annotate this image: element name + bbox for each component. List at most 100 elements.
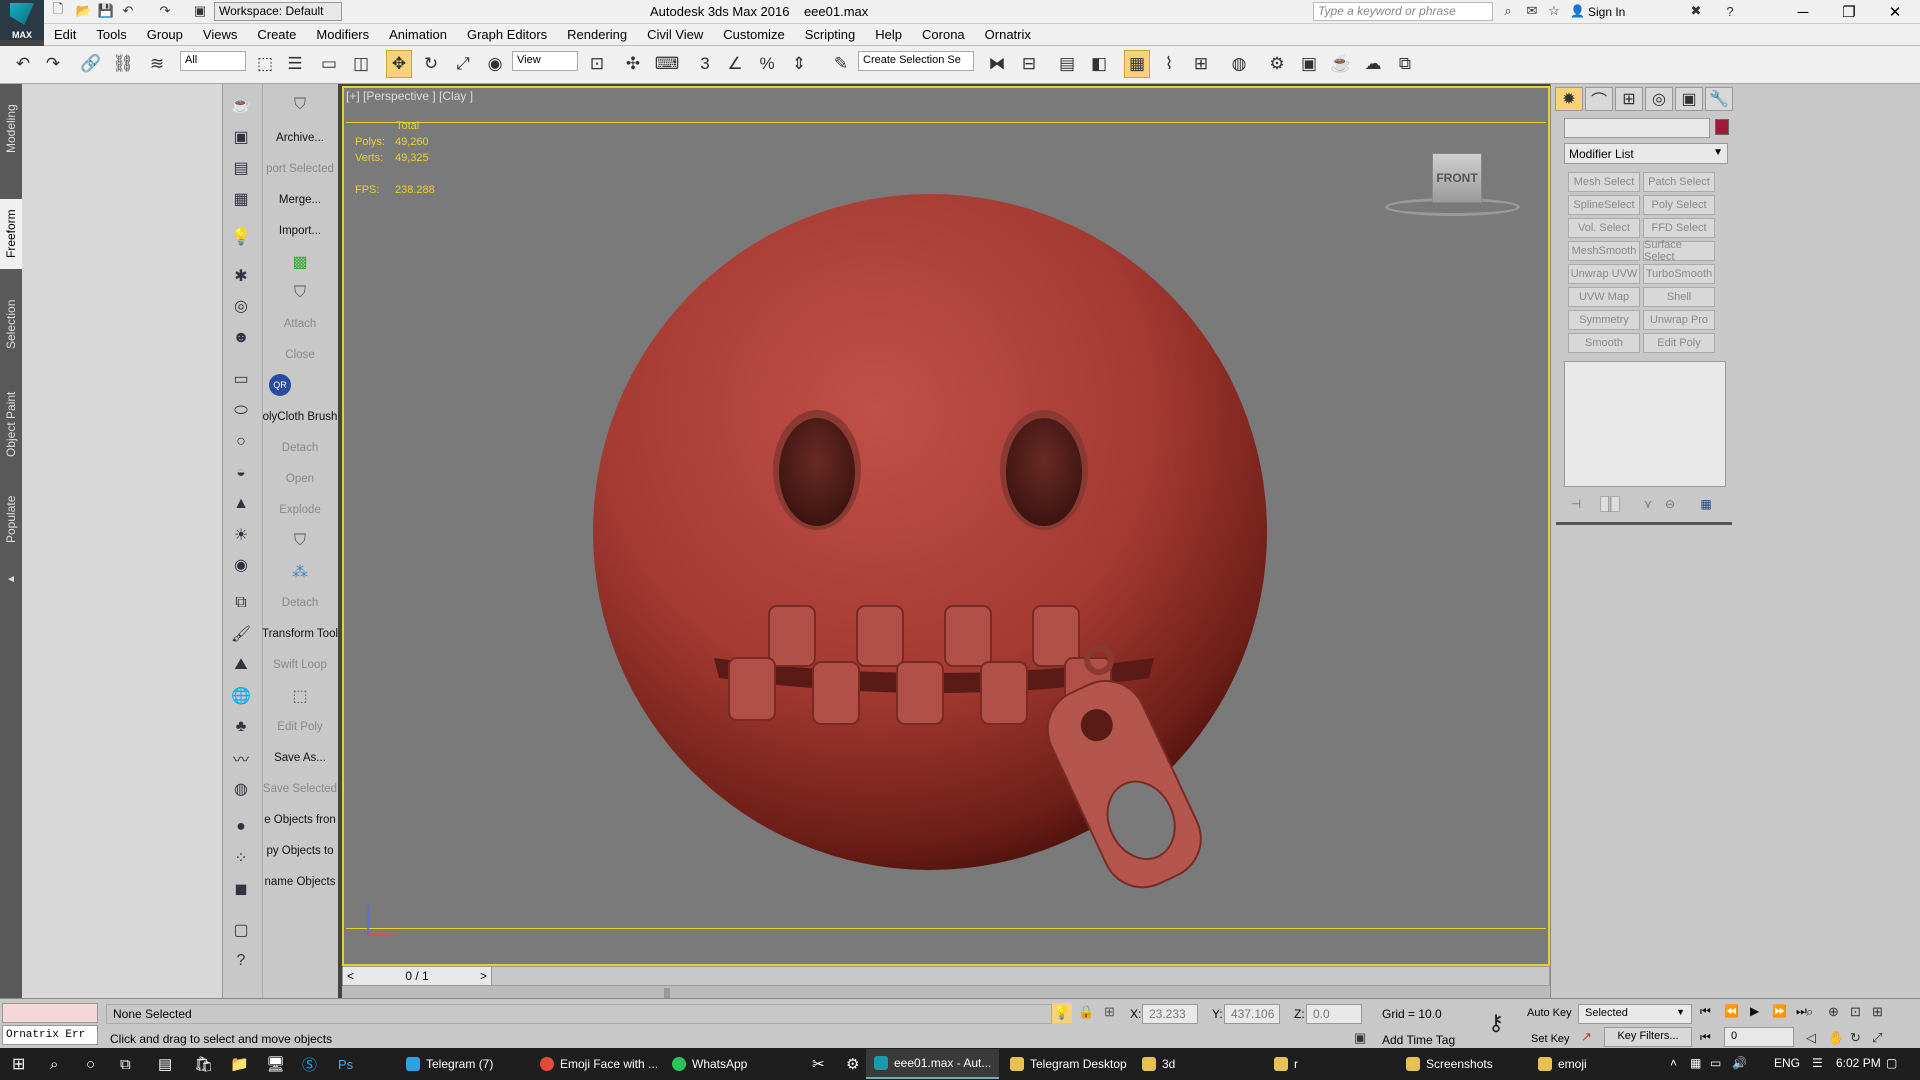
tray-wifi-icon[interactable]: ☰: [1812, 1056, 1823, 1070]
tab-populate[interactable]: Populate: [0, 484, 22, 554]
object-name-field[interactable]: [1564, 118, 1710, 138]
tab-modeling[interactable]: Modeling: [0, 94, 22, 164]
turbosmooth-button[interactable]: TurboSmooth: [1643, 264, 1715, 284]
go-to-start-icon[interactable]: ⏮: [1700, 1004, 1711, 1019]
y-coord-field[interactable]: 437.106: [1224, 1004, 1280, 1024]
clipboard-icon[interactable]: ▢: [226, 917, 256, 943]
pan-view-icon[interactable]: ✋: [1828, 1030, 1844, 1046]
help-icon[interactable]: ?: [1722, 3, 1738, 19]
tray-clock[interactable]: 6:02 PM: [1836, 1056, 1881, 1070]
bug-icon[interactable]: ✱: [226, 263, 256, 289]
unwrap-pro-button[interactable]: Unwrap Pro: [1643, 310, 1715, 330]
sphere-icon[interactable]: ○: [226, 429, 256, 455]
menu-tools[interactable]: Tools: [86, 27, 136, 42]
archive-button[interactable]: Archive...: [262, 125, 338, 151]
scene-explorer-icon[interactable]: ▤: [1054, 50, 1080, 78]
key-mode-dropdown[interactable]: Selected ▼: [1578, 1004, 1692, 1024]
mountain-icon[interactable]: ⛰: [226, 652, 256, 678]
app-logo[interactable]: MAX: [0, 0, 44, 40]
photoshop-icon[interactable]: Ps: [330, 1049, 361, 1079]
select-rotate-icon[interactable]: ↻: [418, 50, 444, 78]
render-setup-icon[interactable]: ⚙: [1264, 50, 1290, 78]
set-key-button[interactable]: Set Key: [1531, 1033, 1570, 1045]
menu-modifiers[interactable]: Modifiers: [306, 27, 379, 42]
layer-explorer-icon[interactable]: ◧: [1086, 50, 1112, 78]
zoom-extents-all-icon[interactable]: ⊞: [1872, 1004, 1883, 1020]
modifier-list-dropdown[interactable]: Modifier List ▼: [1564, 143, 1728, 164]
hierarchy-tab-icon[interactable]: ⊞: [1615, 87, 1643, 111]
snaps-toggle-icon[interactable]: 3: [692, 50, 718, 78]
sun-icon[interactable]: ☀: [226, 522, 256, 548]
action-center-icon[interactable]: ▢: [1886, 1056, 1897, 1070]
tray-chevron-icon[interactable]: ˄: [1670, 1056, 1677, 1070]
calculator-icon[interactable]: ▤: [150, 1049, 180, 1079]
orbit-icon[interactable]: ↻: [1850, 1030, 1861, 1046]
cortana-icon[interactable]: ○: [78, 1049, 103, 1079]
pivot-center-icon[interactable]: ⊡: [584, 50, 610, 78]
grass-icon[interactable]: ♣: [226, 714, 256, 740]
menu-graph-editors[interactable]: Graph Editors: [457, 27, 557, 42]
calculator-icon[interactable]: ▤: [226, 155, 256, 181]
taskbar-3dsmax[interactable]: eee01.max - Aut...: [866, 1049, 1000, 1079]
save-icon[interactable]: 💾: [98, 3, 114, 19]
minimize-button[interactable]: ─: [1780, 0, 1826, 24]
menu-ornatrix[interactable]: Ornatrix: [975, 27, 1041, 42]
desktop-icon[interactable]: 🖥: [258, 1049, 293, 1079]
speaker-icon[interactable]: ◎: [226, 293, 256, 319]
select-move-icon[interactable]: ✥: [386, 50, 412, 78]
skype-icon[interactable]: Ⓢ: [294, 1049, 325, 1079]
utilities-tab-icon[interactable]: 🔧: [1705, 87, 1733, 111]
x-coord-field[interactable]: 23.233: [1142, 1004, 1198, 1024]
remove-modifier-icon[interactable]: ⊖: [1660, 496, 1680, 512]
green-image-icon[interactable]: ▩: [262, 249, 338, 275]
align-icon[interactable]: ⊟: [1016, 50, 1042, 78]
redo-icon[interactable]: ↷: [40, 50, 66, 78]
ribbon-expand-icon[interactable]: ▸: [0, 570, 22, 590]
select-place-icon[interactable]: ◉: [482, 50, 508, 78]
hair-icon[interactable]: 〰: [226, 745, 256, 771]
qr-button[interactable]: QR: [269, 374, 291, 396]
taskbar-whatsapp[interactable]: WhatsApp: [664, 1049, 755, 1079]
unwrap-uvw-button[interactable]: Unwrap UVW: [1568, 264, 1640, 284]
restore-button[interactable]: ❐: [1826, 0, 1872, 24]
menu-animation[interactable]: Animation: [379, 27, 457, 42]
search-icon[interactable]: ⌕: [42, 1049, 66, 1079]
select-object-icon[interactable]: ⬚: [252, 50, 278, 78]
dots-icon[interactable]: ⁂: [262, 559, 338, 585]
menu-civil-view[interactable]: Civil View: [637, 27, 713, 42]
named-selection-sets-dropdown[interactable]: Create Selection Se: [858, 51, 974, 71]
select-by-name-icon[interactable]: ☰: [282, 50, 308, 78]
time-slider-prev[interactable]: <: [343, 969, 354, 983]
taskbar-folder-screenshots[interactable]: Screenshots: [1398, 1049, 1501, 1079]
next-frame-icon[interactable]: ⏩: [1772, 1004, 1787, 1018]
angle-snap-icon[interactable]: ∠: [722, 50, 748, 78]
edit-named-selection-icon[interactable]: ✎: [828, 50, 854, 78]
globe-icon[interactable]: 🌐: [226, 683, 256, 709]
undo-icon[interactable]: ↶: [120, 3, 136, 19]
maximize-viewport-icon[interactable]: ⤢: [1872, 1030, 1882, 1046]
rename-objects-button[interactable]: name Objects: [262, 869, 338, 895]
spinner-snap-icon[interactable]: ⇕: [786, 50, 812, 78]
taskbar-screenshot-icon[interactable]: ✂: [804, 1049, 833, 1079]
time-slider-track[interactable]: [342, 966, 1550, 986]
taskbar-folder-r[interactable]: r: [1266, 1049, 1306, 1079]
windows-start-icon[interactable]: ⊞: [4, 1049, 33, 1079]
tab-freeform[interactable]: Freeform: [0, 199, 22, 269]
copy-objects-button[interactable]: py Objects to: [262, 838, 338, 864]
taskbar-telegram[interactable]: Telegram (7): [398, 1049, 501, 1079]
taskbar-chrome[interactable]: Emoji Face with ...: [532, 1049, 666, 1079]
zipper-mouth-emoji-model[interactable]: [344, 88, 1548, 964]
cone-icon[interactable]: ▲: [226, 491, 256, 517]
open-file-icon[interactable]: 📂: [76, 3, 92, 19]
sign-in-link[interactable]: Sign In: [1588, 5, 1625, 19]
material-editor-icon[interactable]: ◍: [1226, 50, 1252, 78]
menu-scripting[interactable]: Scripting: [795, 27, 866, 42]
surface-select-button[interactable]: Surface Select: [1643, 239, 1715, 263]
rect-selection-icon[interactable]: ▭: [316, 50, 342, 78]
menu-customize[interactable]: Customize: [713, 27, 794, 42]
exchange-x-icon[interactable]: ✖: [1688, 3, 1704, 19]
vol-select-button[interactable]: Vol. Select: [1568, 218, 1640, 238]
tray-network-icon[interactable]: ▦: [1690, 1056, 1701, 1070]
key-filters-button[interactable]: Key Filters...: [1604, 1027, 1692, 1047]
selection-lock-icon[interactable]: 🔒: [1078, 1004, 1094, 1020]
